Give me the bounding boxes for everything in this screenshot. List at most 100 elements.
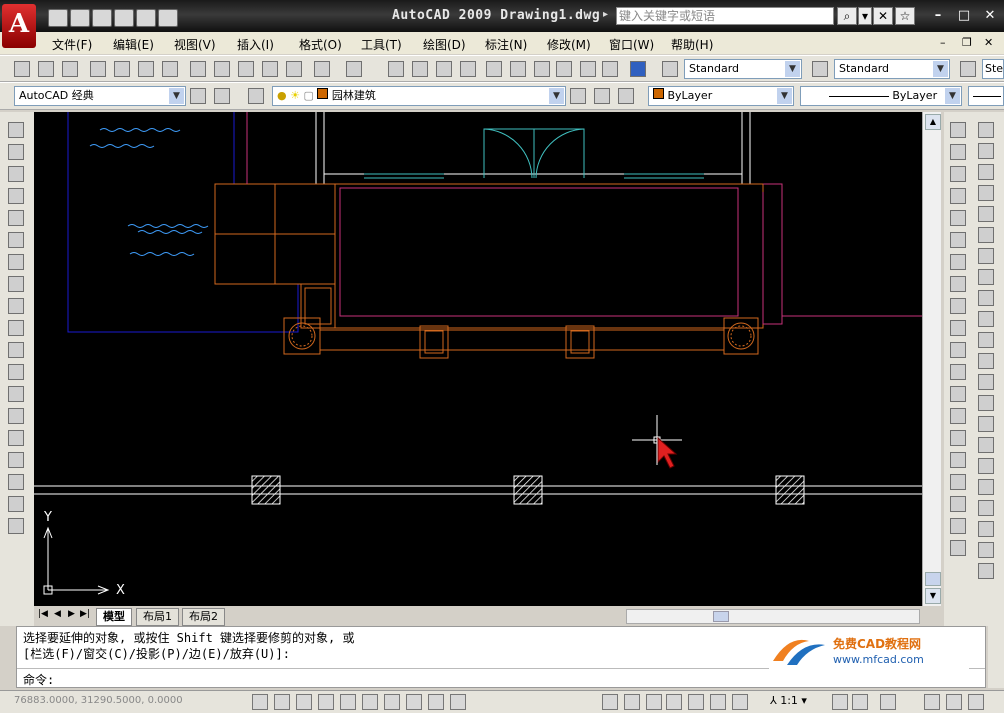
plot-preview-icon[interactable] [114, 61, 130, 77]
dim-style-select[interactable]: Standard ▼ [834, 59, 950, 79]
gradient-icon[interactable] [8, 452, 24, 468]
break-icon[interactable] [978, 374, 994, 390]
circle-icon[interactable] [8, 254, 24, 270]
join-icon[interactable] [978, 395, 994, 411]
aligned-dim-icon[interactable] [950, 144, 966, 160]
linear-dim-icon[interactable] [950, 122, 966, 138]
minimize-icon[interactable]: – [928, 8, 948, 24]
cut-icon[interactable] [190, 61, 206, 77]
annotation-scale[interactable]: ⅄ 1:1 ▾ [770, 694, 807, 707]
steering-wheel-icon[interactable] [710, 694, 726, 710]
status-menu-icon[interactable] [946, 694, 962, 710]
doc-restore-icon[interactable]: ❐ [962, 36, 972, 49]
jogged-dim-icon[interactable] [950, 232, 966, 248]
undo-tool-icon[interactable] [314, 61, 330, 77]
redo-tool-icon[interactable] [346, 61, 362, 77]
linetype-select[interactable]: ByLayer ▼ [800, 86, 962, 106]
dim-text-edit-icon[interactable] [950, 518, 966, 534]
dim-break-icon[interactable] [950, 386, 966, 402]
scroll-down-icon[interactable]: ▼ [925, 588, 941, 604]
quick-dim-icon[interactable] [950, 298, 966, 314]
tab-layout2[interactable]: 布局2 [182, 608, 225, 626]
quickcalc-icon[interactable] [602, 61, 618, 77]
properties-icon[interactable] [486, 61, 502, 77]
save-icon[interactable] [92, 9, 112, 27]
ordinate-dim-icon[interactable] [950, 188, 966, 204]
application-menu-button[interactable]: A [2, 4, 36, 48]
tab-layout1[interactable]: 布局1 [136, 608, 179, 626]
table-icon[interactable] [8, 496, 24, 512]
paste-icon[interactable] [238, 61, 254, 77]
dim-update-icon[interactable] [950, 540, 966, 556]
save-tool-icon[interactable] [62, 61, 78, 77]
print-icon[interactable] [114, 9, 134, 27]
copy-object-icon[interactable] [978, 143, 994, 159]
plot-icon[interactable] [90, 61, 106, 77]
hatch-icon[interactable] [8, 430, 24, 446]
draworder-icon[interactable] [978, 479, 994, 495]
grid-display-icon[interactable] [274, 694, 290, 710]
command-prompt[interactable]: 命令: [23, 671, 54, 688]
color-select[interactable]: ByLayer ▼ [648, 86, 794, 106]
break-at-point-icon[interactable] [978, 353, 994, 369]
close-icon[interactable]: ✕ [980, 8, 1000, 24]
construction-line-icon[interactable] [8, 144, 24, 160]
search-dropdown-icon[interactable]: ▾ [858, 7, 872, 25]
offset-icon[interactable] [978, 185, 994, 201]
communication-icon[interactable]: ✕ [873, 7, 893, 25]
dim-edit-icon[interactable] [950, 496, 966, 512]
arc-icon[interactable] [8, 232, 24, 248]
open-file-icon[interactable] [70, 9, 90, 27]
polyline-icon[interactable] [8, 166, 24, 182]
auto-scale-icon[interactable] [852, 694, 868, 710]
spline-icon[interactable] [8, 298, 24, 314]
tolerance-icon[interactable] [950, 408, 966, 424]
showmotion-icon[interactable] [732, 694, 748, 710]
annotation-visibility-icon[interactable] [832, 694, 848, 710]
array-icon[interactable] [978, 206, 994, 222]
rectangle-icon[interactable] [8, 210, 24, 226]
revision-cloud-icon[interactable] [8, 276, 24, 292]
menu-edit[interactable]: 编辑(E) [113, 36, 154, 53]
inspect-icon[interactable] [950, 452, 966, 468]
drawing-canvas[interactable]: Y X [34, 112, 922, 606]
dim-space-icon[interactable] [950, 364, 966, 380]
pan-icon[interactable] [388, 61, 404, 77]
below-object-icon[interactable] [978, 563, 994, 579]
menu-window[interactable]: 窗口(W) [609, 36, 654, 53]
status-zoom-icon[interactable] [688, 694, 704, 710]
text-style-icon[interactable] [662, 61, 678, 77]
command-scrollbar[interactable] [988, 626, 1004, 688]
tab-prev-icon[interactable]: ◀ [54, 609, 61, 619]
dynamic-input-icon[interactable] [406, 694, 422, 710]
menu-modify[interactable]: 修改(M) [547, 36, 591, 53]
tab-next-icon[interactable]: ▶ [68, 609, 75, 619]
menu-file[interactable]: 文件(F) [52, 36, 92, 53]
trim-icon[interactable] [978, 311, 994, 327]
maximize-icon[interactable]: □ [954, 8, 974, 24]
ellipse-arc-icon[interactable] [8, 342, 24, 358]
jogged-linear-icon[interactable] [950, 474, 966, 490]
scale-icon[interactable] [978, 269, 994, 285]
layout-quick-view-icon[interactable] [624, 694, 640, 710]
dim-style-icon[interactable] [812, 61, 828, 77]
doc-minimize-icon[interactable]: – [940, 36, 946, 49]
tool-palettes-icon[interactable] [534, 61, 550, 77]
stretch-icon[interactable] [978, 290, 994, 306]
menu-help[interactable]: 帮助(H) [671, 36, 713, 53]
arc-length-icon[interactable] [950, 166, 966, 182]
fillet-icon[interactable] [978, 437, 994, 453]
horizontal-scrollbar[interactable] [626, 609, 920, 624]
lineweight-select[interactable] [968, 86, 1004, 106]
polygon-icon[interactable] [8, 188, 24, 204]
baseline-dim-icon[interactable] [950, 320, 966, 336]
vertical-scrollbar[interactable]: ▲ ▼ [922, 112, 941, 606]
tab-first-icon[interactable]: |◀ [38, 609, 48, 619]
menu-draw[interactable]: 绘图(D) [423, 36, 466, 53]
lineweight-icon[interactable] [428, 694, 444, 710]
scroll-thumb[interactable] [925, 572, 941, 586]
layer-previous-icon[interactable] [594, 88, 610, 104]
move-icon[interactable] [978, 227, 994, 243]
multiline-text-icon[interactable] [8, 518, 24, 534]
workspace-select[interactable]: AutoCAD 经典 ▼ [14, 86, 186, 106]
